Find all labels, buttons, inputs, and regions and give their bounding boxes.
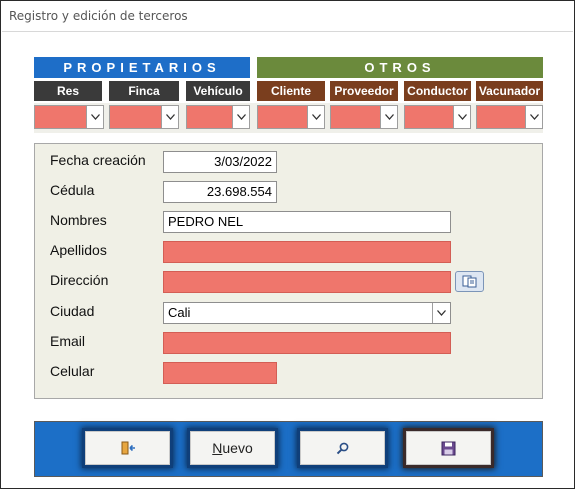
title-divider: [2, 31, 573, 32]
combo-proveedor[interactable]: [330, 105, 398, 129]
tab-cliente[interactable]: Cliente: [257, 79, 325, 101]
new-button[interactable]: Nuevo: [190, 431, 275, 465]
new-button-label: Nuevo: [212, 440, 253, 456]
tab-proveedor[interactable]: Proveedor: [330, 79, 398, 101]
exit-button[interactable]: [85, 431, 170, 465]
tab-vehiculo[interactable]: Vehículo: [186, 79, 250, 101]
chevron-down-icon[interactable]: [432, 303, 450, 323]
group-header-propietarios: PROPIETARIOS: [34, 57, 250, 78]
tab-res[interactable]: Res: [34, 79, 102, 101]
action-toolbar: Nuevo: [34, 421, 543, 477]
combo-conductor[interactable]: [404, 105, 471, 129]
email-field[interactable]: [163, 332, 451, 354]
floppy-save-icon: [441, 441, 456, 455]
tab-finca[interactable]: Finca: [109, 79, 179, 101]
ciudad-value: Cali: [168, 305, 191, 320]
celular-field[interactable]: [163, 362, 277, 384]
chevron-down-icon[interactable]: [161, 106, 178, 128]
chevron-down-icon[interactable]: [86, 106, 103, 128]
ciudad-select[interactable]: Cali: [163, 302, 451, 324]
nombres-label: Nombres: [50, 212, 107, 228]
celular-label: Celular: [50, 363, 95, 379]
direccion-label: Dirección: [50, 272, 109, 288]
combo-cliente[interactable]: [257, 105, 325, 129]
group-header-otros: OTROS: [257, 57, 543, 78]
chevron-down-icon[interactable]: [525, 106, 542, 128]
save-button[interactable]: [406, 431, 491, 465]
copy-address-button[interactable]: [455, 271, 484, 292]
ciudad-label: Ciudad: [50, 303, 95, 319]
nombres-field[interactable]: PEDRO NEL: [163, 211, 451, 233]
tab-vacunador[interactable]: Vacunador: [476, 79, 543, 101]
combo-vehiculo[interactable]: [186, 105, 250, 129]
chevron-down-icon[interactable]: [380, 106, 397, 128]
magnifier-icon: [336, 442, 348, 455]
tab-conductor[interactable]: Conductor: [404, 79, 471, 101]
email-label: Email: [50, 333, 86, 349]
window: Registro y edición de terceros PROPIETAR…: [0, 0, 575, 489]
apellidos-label: Apellidos: [50, 242, 107, 258]
fecha-field[interactable]: 3/03/2022: [163, 151, 277, 173]
copy-icon: [462, 275, 476, 288]
fecha-label: Fecha creación: [50, 152, 146, 168]
window-title: Registro y edición de terceros: [9, 9, 188, 23]
cedula-label: Cédula: [50, 182, 95, 198]
search-button[interactable]: [300, 431, 385, 465]
cedula-field[interactable]: 23.698.554: [163, 181, 277, 203]
combo-res[interactable]: [34, 105, 104, 129]
chevron-down-icon[interactable]: [232, 106, 249, 128]
direccion-field[interactable]: [163, 271, 451, 293]
chevron-down-icon[interactable]: [307, 106, 324, 128]
combo-vacunador[interactable]: [476, 105, 543, 129]
chevron-down-icon[interactable]: [453, 106, 470, 128]
combo-finca[interactable]: [109, 105, 179, 129]
exit-door-icon: [121, 441, 135, 455]
apellidos-field[interactable]: [163, 241, 451, 263]
